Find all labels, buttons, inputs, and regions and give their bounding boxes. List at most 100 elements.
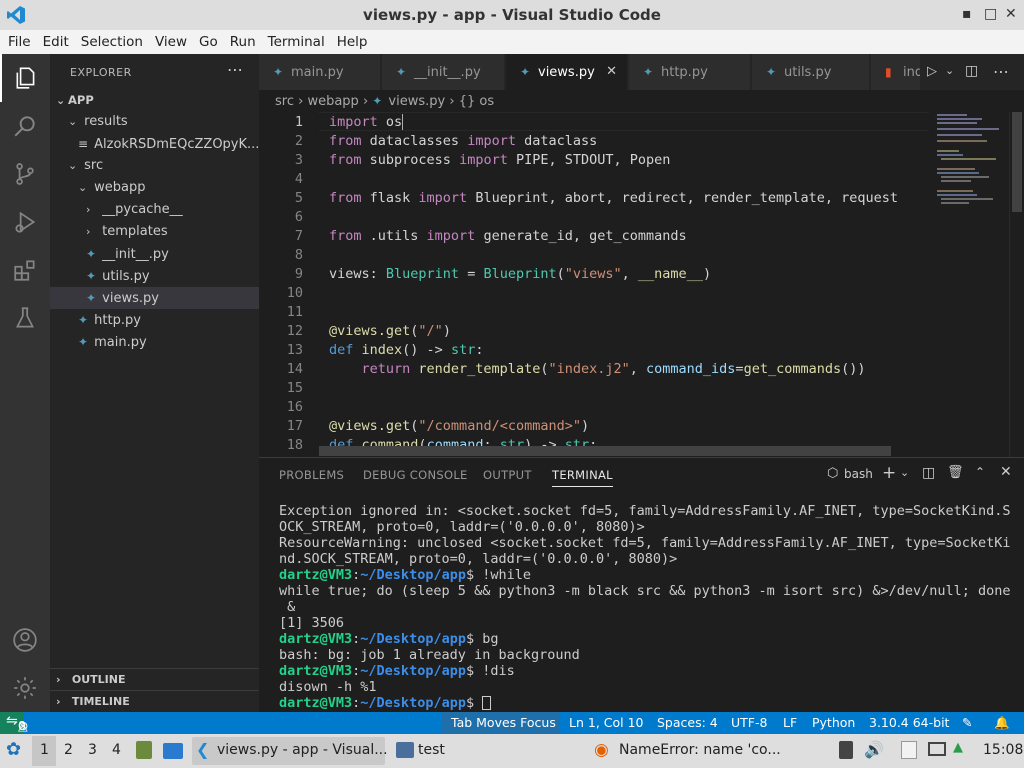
split-editor-icon[interactable]: ◫	[965, 63, 978, 79]
testing-icon[interactable]	[0, 294, 50, 342]
search-icon[interactable]	[0, 102, 50, 150]
volume-icon[interactable]: 🔊	[864, 740, 884, 759]
language-mode[interactable]: Python	[812, 715, 855, 730]
menu-help[interactable]: Help	[331, 34, 374, 50]
menu-selection[interactable]: Selection	[75, 34, 149, 50]
tab-utils-py[interactable]: ✦ utils.py	[752, 54, 870, 90]
maximize-panel-icon[interactable]: ⌃	[975, 465, 985, 479]
trash-icon[interactable]: 🗑	[947, 465, 964, 480]
outline-section[interactable]: › OUTLINE	[50, 668, 259, 690]
clipboard-icon[interactable]	[901, 741, 917, 759]
battery-icon[interactable]	[839, 741, 853, 759]
menu-go[interactable]: Go	[193, 34, 224, 50]
tree-file-utils-py[interactable]: ✦ utils.py	[50, 265, 259, 287]
taskbar-firefox-window[interactable]: NameError: name 'co...	[619, 742, 781, 758]
tree-file-main-py[interactable]: ✦ main.py	[50, 331, 259, 353]
menu-run[interactable]: Run	[224, 34, 262, 50]
network-icon[interactable]: ▲	[953, 740, 963, 755]
python-file-icon: ✦	[372, 94, 383, 108]
more-actions-icon[interactable]: ⋯	[993, 62, 1009, 81]
chevron-down-icon[interactable]: ⌄	[945, 64, 954, 77]
menu-file[interactable]: File	[2, 34, 37, 50]
new-terminal-plus-icon[interactable]: +	[882, 463, 896, 483]
breadcrumb-src[interactable]: src	[275, 94, 294, 109]
workspace-2[interactable]: 2	[64, 742, 73, 758]
run-file-icon[interactable]: ▷	[927, 64, 937, 79]
workspace-3[interactable]: 3	[88, 742, 97, 758]
notifications-bell-icon[interactable]: 🔔	[994, 715, 1010, 731]
tree-file-http-py[interactable]: ✦ http.py	[50, 309, 259, 331]
os-taskbar: ✿ 1 2 3 4 ❮ views.py - app - Visual... t…	[0, 734, 1024, 768]
code-line-1: import os	[329, 114, 404, 130]
tree-folder-webapp[interactable]: ⌄ webapp	[50, 177, 259, 199]
code-line-17: @views.get("/command/<command>")	[329, 418, 590, 434]
breadcrumb-views-py[interactable]: views.py	[388, 94, 445, 109]
file-manager-icon[interactable]	[136, 741, 152, 759]
tree-file-views-py[interactable]: ✦ views.py	[50, 287, 259, 309]
chevron-right-icon: ›	[86, 203, 91, 216]
tree-file-results-entry[interactable]: ≡ AlzokRSDmEQcZZOpyK...	[50, 133, 259, 155]
workspace-4[interactable]: 4	[112, 742, 121, 758]
horizontal-scrollbar[interactable]	[319, 446, 891, 456]
extensions-icon[interactable]	[0, 246, 50, 294]
tab-main-py[interactable]: ✦ main.py	[259, 54, 381, 90]
tree-folder-pycache[interactable]: › __pycache__	[50, 199, 259, 221]
panel-tab-output[interactable]: OUTPUT	[483, 468, 532, 482]
taskbar-vscode-window[interactable]: views.py - app - Visual...	[217, 742, 388, 758]
tree-folder-results[interactable]: ⌄ results	[50, 111, 259, 133]
display-icon[interactable]	[928, 742, 946, 756]
line-number: 16	[286, 399, 303, 415]
split-terminal-icon[interactable]: ◫	[922, 465, 935, 481]
explorer-icon[interactable]	[0, 54, 50, 102]
breadcrumb-webapp[interactable]: webapp	[307, 94, 358, 109]
panel-tab-debug-console[interactable]: DEBUG CONSOLE	[363, 468, 468, 482]
remote-icon: ⇋	[6, 713, 18, 729]
run-debug-icon[interactable]	[0, 198, 50, 246]
minimize-icon[interactable]: ▪	[962, 6, 972, 22]
start-menu-icon[interactable]: ✿	[6, 739, 21, 760]
account-icon[interactable]	[0, 616, 50, 664]
more-actions-icon[interactable]: ⋯	[227, 60, 243, 79]
cursor-position[interactable]: Ln 1, Col 10	[569, 715, 644, 730]
timeline-section[interactable]: › TIMELINE	[50, 690, 259, 712]
tab-moves-focus[interactable]: Tab Moves Focus	[451, 715, 556, 730]
file-encoding[interactable]: UTF-8	[731, 715, 767, 730]
tab-http-py[interactable]: ✦ http.py	[629, 54, 751, 90]
workspace-1[interactable]: 1	[40, 742, 49, 758]
terminal-shell-name[interactable]: bash	[844, 467, 873, 481]
source-control-icon[interactable]	[0, 150, 50, 198]
terminal-input-line[interactable]: dartz@VM3:~/Desktop/app$	[279, 695, 492, 711]
code-editor[interactable]: 1 2 3 4 5 6 7 8 9 10 11 12 13 14 15 16 1…	[259, 112, 929, 457]
tree-file-init-py[interactable]: ✦ __init__.py	[50, 243, 259, 265]
explorer-root-app[interactable]: ⌄ APP	[50, 89, 259, 111]
tab-views-py[interactable]: ✦ views.py ✕	[506, 54, 628, 90]
menu-edit[interactable]: Edit	[37, 34, 75, 50]
desktop-icon[interactable]	[163, 743, 183, 759]
settings-gear-icon[interactable]	[0, 664, 50, 712]
tree-folder-src[interactable]: ⌄ src	[50, 155, 259, 177]
breadcrumb-symbol-os[interactable]: {} os	[459, 94, 494, 109]
tree-folder-templates[interactable]: › templates	[50, 221, 259, 243]
menu-terminal[interactable]: Terminal	[262, 34, 331, 50]
minimap[interactable]	[929, 112, 1023, 457]
tab-init-py[interactable]: ✦ __init__.py	[382, 54, 505, 90]
line-number: 4	[294, 171, 303, 187]
tab-close-icon[interactable]: ✕	[606, 54, 617, 90]
file-lines-icon: ≡	[78, 137, 89, 151]
panel-tab-problems[interactable]: PROBLEMS	[279, 468, 344, 482]
terminal-prompt-line: dartz@VM3:~/Desktop/app$ !dis	[279, 663, 515, 679]
close-panel-icon[interactable]: ✕	[1000, 464, 1012, 480]
end-of-line[interactable]: LF	[783, 715, 797, 730]
feedback-icon[interactable]: ✎	[962, 715, 972, 730]
chevron-down-icon[interactable]: ⌄	[900, 466, 909, 479]
close-icon[interactable]: ✕	[1005, 6, 1017, 22]
panel-tab-terminal[interactable]: TERMINAL	[552, 468, 613, 487]
maximize-icon[interactable]: □	[984, 6, 997, 22]
tab-ind[interactable]: ▮ind	[871, 54, 921, 90]
clock[interactable]: 15:08	[983, 742, 1023, 758]
python-interpreter[interactable]: 3.10.4 64-bit	[869, 715, 949, 730]
taskbar-test-window[interactable]: test	[418, 742, 445, 758]
indentation[interactable]: Spaces: 4	[657, 715, 718, 730]
menu-view[interactable]: View	[149, 34, 193, 50]
vertical-scrollbar[interactable]	[1009, 112, 1024, 457]
